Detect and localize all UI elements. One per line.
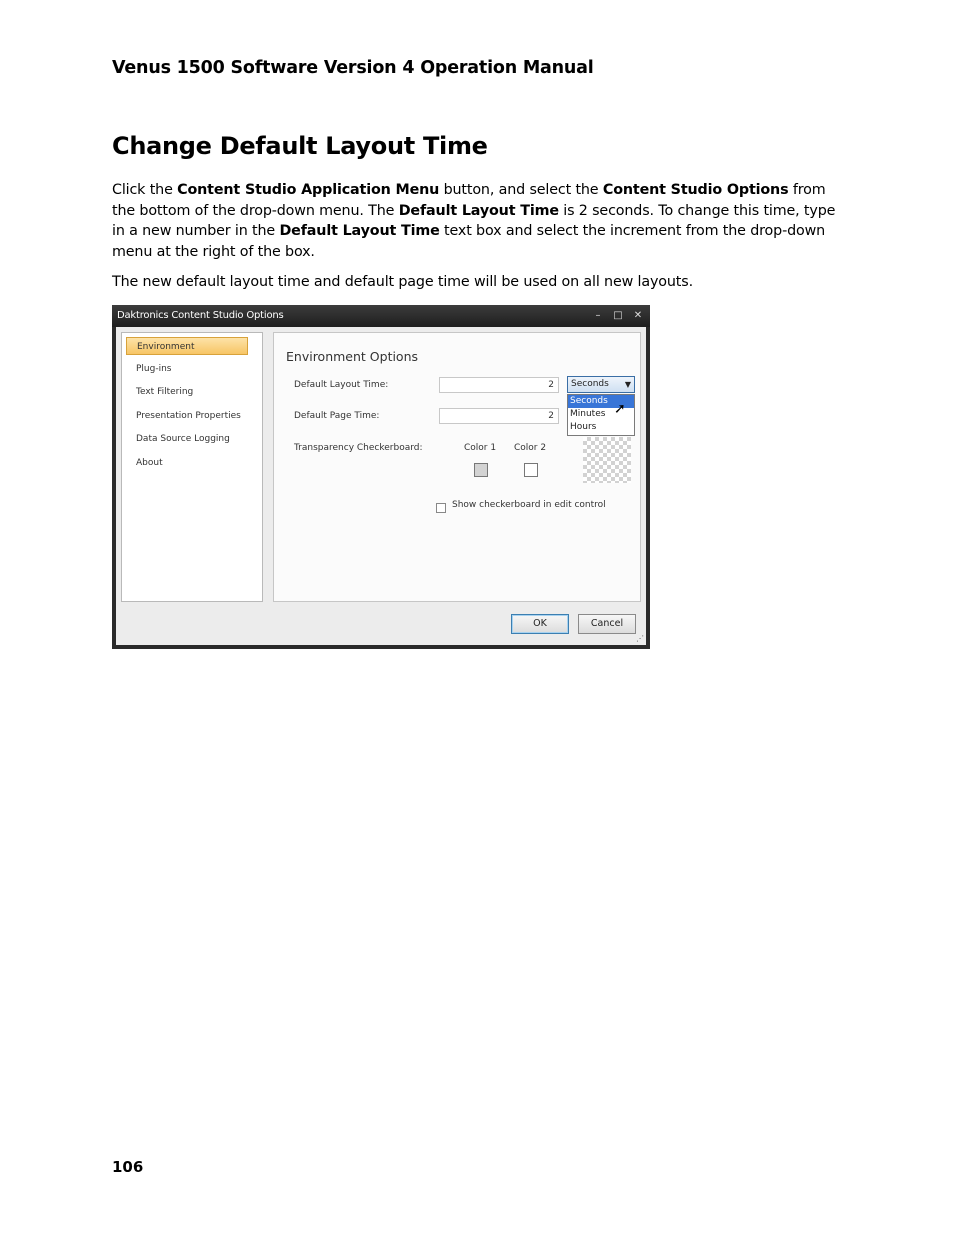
paragraph-text: Click the bbox=[112, 182, 178, 198]
bold-term: Default Layout Time bbox=[279, 223, 440, 240]
paragraph-text: button, and select the bbox=[439, 182, 603, 198]
nav-item-data-source-logging[interactable]: Data Source Logging bbox=[126, 430, 258, 448]
minimize-icon[interactable]: – bbox=[590, 309, 606, 323]
section-title: Change Default Layout Time bbox=[112, 132, 488, 160]
color-2-swatch[interactable] bbox=[524, 463, 538, 477]
resize-grip-icon[interactable]: ⋰ bbox=[636, 634, 644, 643]
dialog-client-area: Environment Plug-ins Text Filtering Pres… bbox=[116, 327, 646, 645]
options-dialog-screenshot: Daktronics Content Studio Options – □ ✕ … bbox=[112, 305, 650, 649]
default-layout-time-label: Default Layout Time: bbox=[294, 380, 389, 390]
instruction-paragraph: Click the Content Studio Application Men… bbox=[112, 180, 844, 263]
color-2-label: Color 2 bbox=[514, 443, 547, 453]
bold-term: Content Studio Application Menu bbox=[177, 182, 440, 198]
color-1-label: Color 1 bbox=[464, 443, 497, 453]
bold-term: Default Layout Time bbox=[398, 202, 559, 219]
transparency-checkerboard-label: Transparency Checkerboard: bbox=[294, 443, 423, 453]
option-hours[interactable]: Hours bbox=[568, 421, 634, 434]
running-header: Venus 1500 Software Version 4 Operation … bbox=[112, 58, 594, 78]
maximize-icon[interactable]: □ bbox=[610, 309, 626, 323]
options-nav-panel: Environment Plug-ins Text Filtering Pres… bbox=[121, 332, 263, 602]
ok-button[interactable]: OK bbox=[511, 614, 569, 634]
environment-options-panel: Environment Options Default Layout Time:… bbox=[273, 332, 641, 602]
nav-item-text-filtering[interactable]: Text Filtering bbox=[126, 383, 258, 401]
default-layout-time-input[interactable]: 2 bbox=[439, 377, 559, 393]
nav-item-environment[interactable]: Environment bbox=[126, 337, 248, 355]
page-number: 106 bbox=[112, 1158, 144, 1176]
show-checkerboard-label: Show checkerboard in edit control bbox=[452, 500, 606, 510]
dialog-title: Daktronics Content Studio Options bbox=[117, 310, 284, 321]
chevron-down-icon: ▼ bbox=[624, 380, 631, 389]
time-unit-selected-value: Seconds bbox=[571, 379, 609, 389]
note-paragraph: The new default layout time and default … bbox=[112, 274, 693, 290]
color-1-swatch[interactable] bbox=[474, 463, 488, 477]
show-checkerboard-checkbox[interactable] bbox=[436, 503, 446, 513]
nav-item-about[interactable]: About bbox=[126, 454, 258, 472]
cancel-button[interactable]: Cancel bbox=[578, 614, 636, 634]
close-icon[interactable]: ✕ bbox=[630, 309, 646, 323]
checkerboard-preview bbox=[583, 437, 631, 483]
dialog-titlebar: Daktronics Content Studio Options – □ ✕ bbox=[112, 305, 650, 327]
nav-item-plug-ins[interactable]: Plug-ins bbox=[126, 360, 258, 378]
nav-item-presentation-properties[interactable]: Presentation Properties bbox=[126, 407, 258, 425]
mouse-pointer-icon: ➚ bbox=[614, 401, 626, 417]
bold-term: Content Studio Options bbox=[602, 182, 789, 198]
time-unit-select[interactable]: Seconds ▼ bbox=[567, 376, 635, 393]
default-page-time-label: Default Page Time: bbox=[294, 411, 380, 421]
default-page-time-input[interactable]: 2 bbox=[439, 408, 559, 424]
environment-options-heading: Environment Options bbox=[286, 349, 419, 364]
